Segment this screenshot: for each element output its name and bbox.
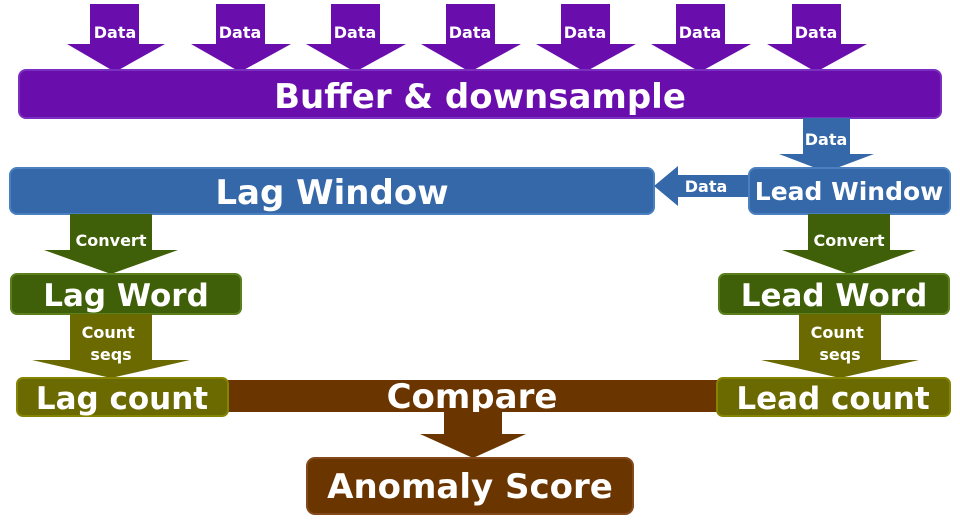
- input-arrow-2: Data: [191, 4, 291, 72]
- lag-word-label: Lag Word: [43, 278, 209, 314]
- anomaly-score-label: Anomaly Score: [327, 467, 613, 507]
- lead-count-label: Lead count: [736, 381, 929, 417]
- input-arrow-4-label: Data: [449, 23, 492, 42]
- input-arrows: Data Data Data Data Data Data Data: [67, 4, 867, 72]
- lag-window-box: Lag Window: [9, 167, 655, 215]
- input-arrow-5: Data: [536, 4, 636, 72]
- input-arrow-6: Data: [651, 4, 751, 72]
- input-arrow-3: Data: [306, 4, 406, 72]
- input-arrow-7-label: Data: [795, 23, 838, 42]
- arrow-lag-convert-label: Convert: [76, 231, 147, 250]
- compare-label: Compare: [387, 377, 558, 417]
- arrow-lag-count-seqs-line-1: Count: [82, 323, 136, 342]
- arrow-compare-to-score: [420, 412, 526, 458]
- arrow-lead-convert: Convert: [782, 214, 916, 274]
- input-arrow-7: Data: [767, 4, 867, 72]
- lag-count-box: Lag count: [16, 377, 229, 417]
- arrow-lag-convert: Convert: [44, 214, 178, 274]
- lead-count-box: Lead count: [716, 377, 951, 417]
- arrow-buffer-to-lead: Data: [779, 118, 874, 172]
- lag-count-label: Lag count: [36, 381, 208, 417]
- buffer-box: Buffer & downsample: [18, 69, 942, 119]
- lead-word-box: Lead Word: [718, 273, 950, 315]
- diagram-canvas: Data Data Data Data Data Data Data Buffe…: [9, 4, 951, 515]
- input-arrow-5-label: Data: [564, 23, 607, 42]
- lead-window-box: Lead Window: [748, 167, 951, 215]
- lead-word-label: Lead Word: [741, 278, 928, 314]
- arrow-buffer-to-lead-label: Data: [805, 130, 848, 149]
- anomaly-score-box: Anomaly Score: [306, 457, 634, 515]
- arrow-lag-count-seqs: Count seqs: [32, 314, 190, 378]
- arrow-lead-to-lag-label: Data: [685, 177, 728, 196]
- input-arrow-6-label: Data: [679, 23, 722, 42]
- arrow-lead-count-seqs: Count seqs: [761, 314, 919, 378]
- input-arrow-3-label: Data: [334, 23, 377, 42]
- lag-window-label: Lag Window: [215, 173, 448, 213]
- arrow-lead-count-seqs-line-1: Count: [811, 323, 865, 342]
- buffer-label: Buffer & downsample: [274, 77, 686, 117]
- input-arrow-4: Data: [421, 4, 521, 72]
- input-arrow-1-label: Data: [94, 23, 137, 42]
- input-arrow-2-label: Data: [219, 23, 262, 42]
- lead-window-label: Lead Window: [755, 177, 943, 206]
- arrow-lead-to-lag: Data: [654, 166, 750, 206]
- arrow-lead-count-seqs-line-2: seqs: [819, 345, 860, 364]
- arrow-lead-convert-label: Convert: [814, 231, 885, 250]
- compare-box: Compare: [226, 377, 720, 417]
- lag-word-box: Lag Word: [10, 273, 242, 315]
- input-arrow-1: Data: [67, 4, 165, 72]
- arrow-lag-count-seqs-line-2: seqs: [90, 345, 131, 364]
